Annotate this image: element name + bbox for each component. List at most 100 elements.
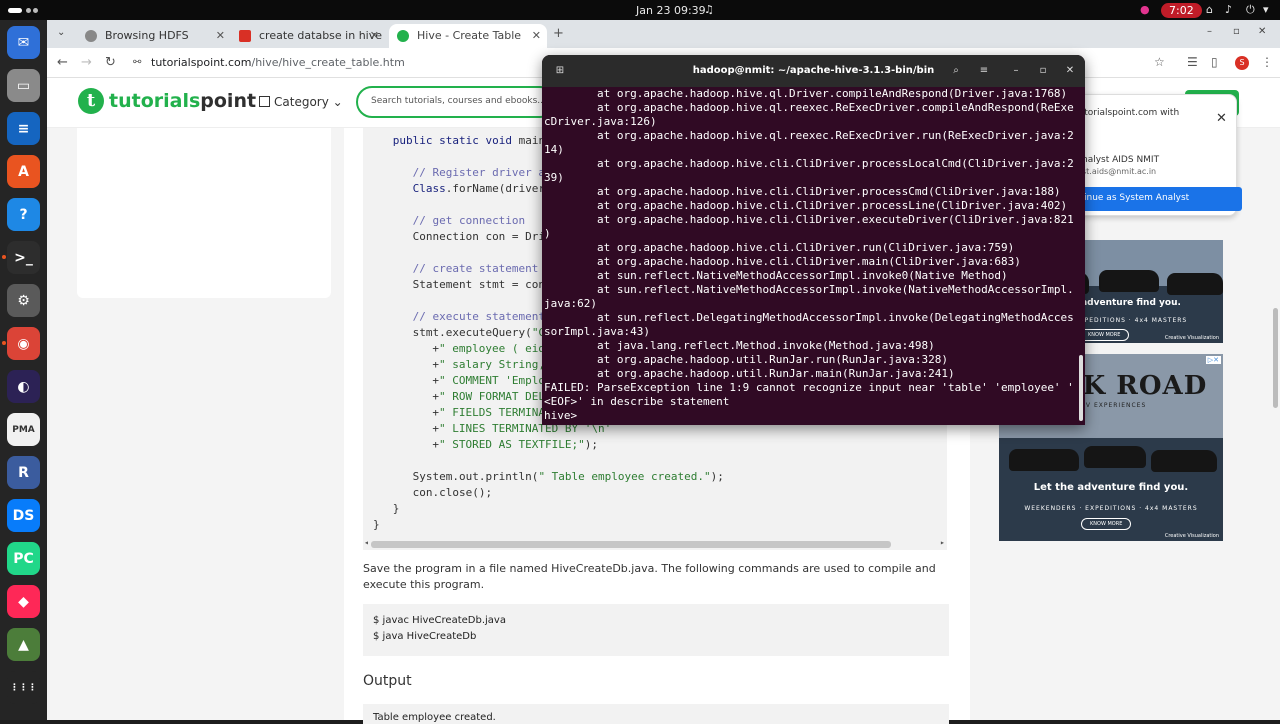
minimize-icon[interactable]: – — [1006, 61, 1026, 81]
activities-button[interactable] — [8, 5, 38, 15]
terminal-line: at sun.reflect.DelegatingMethodAccessorI… — [544, 311, 1074, 324]
bookmark-star-icon[interactable]: ☆ — [1154, 55, 1165, 69]
hamburger-menu-icon[interactable]: ≡ — [974, 61, 994, 81]
ad-choices-icon[interactable]: ▷✕ — [1205, 356, 1221, 364]
close-icon[interactable]: ✕ — [216, 29, 225, 42]
media-icon[interactable]: ☰ — [1187, 55, 1198, 69]
volume-icon[interactable]: ♪ — [1225, 3, 1232, 16]
code-line: +" salary String, — [432, 358, 545, 371]
terminal-line: at sun.reflect.NativeMethodAccessorImpl.… — [544, 283, 1074, 296]
tab-hive-create-table[interactable]: Hive - Create Table ✕ — [389, 24, 547, 48]
network-icon[interactable]: ⌂ — [1206, 3, 1213, 16]
tab-search-icon[interactable]: ⌄ — [57, 27, 65, 38]
tutorialspoint-favicon — [397, 30, 409, 42]
dock: ✉ ▭ ≡ A? >_ ⚙ ◉ ◐ PMA R DS PC ◆ ▲ ⋮⋮⋮ — [0, 20, 47, 720]
code-line: +" STORED AS TEXTFILE;"); — [432, 438, 598, 451]
url-field[interactable]: tutorialspoint.com/hive/hive_create_tabl… — [151, 56, 405, 69]
writer-icon[interactable]: ≡ — [7, 112, 40, 145]
screen-recording-indicator[interactable]: 7:02 — [1161, 3, 1202, 18]
forward-icon[interactable]: → — [81, 55, 92, 70]
code-line: +" employee ( eid — [432, 342, 545, 355]
grid-icon — [259, 96, 270, 107]
minimize-icon[interactable]: – — [1207, 26, 1212, 37]
new-tab-icon[interactable]: + — [553, 26, 564, 41]
close-icon[interactable]: ✕ — [532, 29, 541, 42]
pycharm-icon[interactable]: PC — [7, 542, 40, 575]
terminal-line: at org.apache.hadoop.hive.ql.reexec.ReEx… — [544, 101, 1074, 114]
app-grid-icon[interactable]: ⋮⋮⋮ — [7, 671, 40, 704]
jetbrains-icon[interactable]: ◆ — [7, 585, 40, 618]
close-icon[interactable]: ✕ — [370, 29, 379, 42]
terminal-line: 14) — [544, 143, 564, 156]
power-icon[interactable]: ⏻ — [1246, 3, 1255, 17]
ad-know-more[interactable]: KNOW MORE — [1081, 518, 1132, 530]
terminal-scrollbar[interactable] — [1079, 355, 1083, 421]
close-window-icon[interactable]: ✕ — [1258, 26, 1266, 37]
command-block: $ javac HiveCreateDb.java $ java HiveCre… — [363, 604, 949, 656]
code-line: // Register driver a — [412, 166, 546, 179]
code-line: Class.forName(driver — [412, 182, 546, 195]
scroll-left-icon[interactable]: ◂ — [364, 538, 369, 547]
trash-icon[interactable]: ▲ — [7, 628, 40, 661]
code-line: // create statement — [412, 262, 539, 275]
clock[interactable]: Jan 23 09:39 — [636, 4, 706, 17]
chrome-icon[interactable]: ◉ — [7, 327, 40, 360]
code-line: +" ROW FORMAT DEL — [432, 390, 545, 403]
terminal-line: at org.apache.hadoop.hive.ql.Driver.comp… — [544, 87, 1068, 100]
maximize-icon[interactable]: ▫ — [1033, 61, 1053, 81]
terminal-line: at org.apache.hadoop.util.RunJar.run(Run… — [544, 353, 948, 366]
notification-icon: ♫ — [704, 3, 714, 16]
code-line: Statement stmt = con — [412, 278, 546, 291]
tab-browsing-hdfs[interactable]: Browsing HDFS ✕ — [77, 24, 231, 48]
terminal-line: at org.apache.hadoop.hive.cli.CliDriver.… — [544, 157, 1074, 170]
maximize-icon[interactable]: ▫ — [1233, 26, 1240, 37]
continue-as-button[interactable]: inue as System Analyst — [1078, 187, 1242, 211]
code-scrollbar[interactable] — [371, 541, 891, 548]
software-center-icon[interactable]: A — [7, 155, 40, 188]
ad-know-more[interactable]: KNOW MORE — [1079, 329, 1130, 341]
terminal-line: at org.apache.hadoop.hive.cli.CliDriver.… — [544, 213, 1074, 226]
terminal-titlebar[interactable]: ⊞ hadoop@nmit: ~/apache-hive-3.1.3-bin/b… — [542, 55, 1085, 87]
r-icon[interactable]: R — [7, 456, 40, 489]
ad-tagline: Let the adventure find you. — [1033, 482, 1189, 493]
back-icon[interactable]: ← — [57, 55, 68, 70]
close-icon[interactable]: ✕ — [1060, 61, 1080, 81]
dataspell-icon[interactable]: DS — [7, 499, 40, 532]
site-info-icon[interactable]: ⚯ — [133, 57, 141, 68]
terminal-line: at org.apache.hadoop.hive.cli.CliDriver.… — [544, 241, 1015, 254]
page-scrollbar[interactable] — [1273, 308, 1278, 408]
category-menu[interactable]: Category ⌄ — [259, 95, 343, 109]
system-top-bar: Jan 23 09:39 ♫ ● 7:02 ⌂ ♪ ⏻ ▾ — [0, 0, 1280, 20]
tab-create-database[interactable]: create databse in hive - ✕ — [231, 24, 385, 48]
tab-label: Hive - Create Table — [417, 29, 522, 42]
system-menu-icon[interactable]: ▾ — [1263, 3, 1269, 16]
terminal-line: at org.apache.hadoop.hive.cli.CliDriver.… — [544, 185, 1061, 198]
scroll-right-icon[interactable]: ▸ — [940, 538, 945, 547]
phpmyadmin-icon[interactable]: PMA — [7, 413, 40, 446]
terminal-line: sorImpl.java:43) — [544, 325, 650, 338]
menu-kebab-icon[interactable]: ⋮ — [1261, 55, 1273, 69]
sidepanel-icon[interactable]: ▯ — [1211, 55, 1218, 69]
tutorialspoint-logo[interactable]: t tutorialspoint — [78, 88, 256, 114]
thunderbird-icon[interactable]: ✉ — [7, 26, 40, 59]
files-icon[interactable]: ▭ — [7, 69, 40, 102]
app-indicator-icon[interactable]: ● — [1140, 3, 1150, 16]
reload-icon[interactable]: ↻ — [105, 55, 116, 70]
profile-avatar[interactable]: S — [1235, 56, 1249, 70]
command-line: $ java HiveCreateDb — [373, 631, 477, 642]
code-line: con.close(); — [412, 486, 493, 499]
running-indicator — [2, 255, 6, 259]
chevron-down-icon: ⌄ — [332, 95, 343, 109]
terminal-line: ) — [544, 227, 551, 240]
terminal-output[interactable]: at org.apache.hadoop.hive.ql.Driver.comp… — [544, 87, 1081, 425]
settings-icon[interactable]: ⚙ — [7, 284, 40, 317]
search-icon[interactable]: ⌕ — [946, 61, 966, 81]
logo-mark: t — [78, 88, 104, 114]
terminal-window[interactable]: ⊞ hadoop@nmit: ~/apache-hive-3.1.3-bin/b… — [542, 55, 1085, 425]
terminal-icon[interactable]: >_ — [7, 241, 40, 274]
search-input[interactable]: Search tutorials, courses and ebooks... — [356, 86, 556, 118]
close-icon[interactable]: ✕ — [1216, 111, 1227, 126]
help-icon[interactable]: ? — [7, 198, 40, 231]
eclipse-icon[interactable]: ◐ — [7, 370, 40, 403]
tab-label: Browsing HDFS — [105, 29, 189, 42]
